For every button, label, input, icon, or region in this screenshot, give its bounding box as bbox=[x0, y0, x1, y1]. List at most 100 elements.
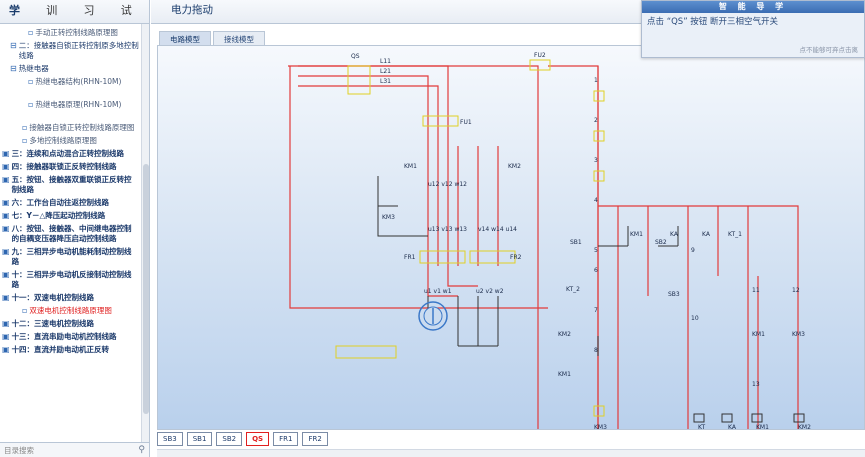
folder-icon: ▣ bbox=[2, 149, 10, 158]
folder-icon: ▣ bbox=[2, 224, 10, 233]
tree-item-label: 五：按钮、接触器双重联锁正反转控制线路 bbox=[11, 175, 132, 194]
svg-text:4: 4 bbox=[594, 197, 598, 204]
sb1-button[interactable]: SB1 bbox=[186, 432, 213, 446]
svg-text:KM1: KM1 bbox=[404, 163, 417, 170]
tree-item[interactable]: ▣ 六：工作台自动往返控制线路 bbox=[2, 198, 139, 208]
tab-practice[interactable]: 练习 bbox=[75, 0, 112, 23]
guide-message: 点击 “QS” 按钮 断开三相空气开关 bbox=[647, 17, 779, 27]
control-buttons: SB3 SB1 SB2 QS FR1 FR2 bbox=[157, 432, 328, 446]
svg-text:SB1: SB1 bbox=[570, 239, 582, 246]
svg-text:9: 9 bbox=[691, 247, 695, 254]
tree-item[interactable]: ▣ 四：接触器联锁正反转控制线路 bbox=[2, 162, 139, 172]
svg-text:u2 v2 w2: u2 v2 w2 bbox=[476, 288, 504, 295]
tree-item[interactable]: ▫ 热继电器原理(RHN-10M) bbox=[28, 100, 139, 110]
sb3-button[interactable]: SB3 bbox=[157, 432, 183, 446]
svg-text:3: 3 bbox=[594, 157, 598, 164]
svg-text:FU1: FU1 bbox=[460, 119, 472, 126]
tree-scrollbar[interactable] bbox=[141, 24, 149, 442]
folder-icon: ▣ bbox=[2, 247, 10, 256]
schematic-labels: QS FU2 FU1 L11 L21 L31 KM1 KM2 KM3 FR1 FR2 u… bbox=[351, 52, 811, 429]
guide-title: 智 能 导 学 bbox=[642, 1, 864, 13]
tree-item[interactable]: ▫ 双速电机控制线路原理图 bbox=[22, 306, 139, 316]
tree-scroll-thumb[interactable] bbox=[143, 164, 149, 414]
svg-text:8: 8 bbox=[594, 347, 598, 354]
svg-text:10: 10 bbox=[691, 315, 699, 322]
tree-item-label: 热继电器 bbox=[18, 64, 49, 73]
fr2-button[interactable]: FR2 bbox=[302, 432, 328, 446]
svg-text:6: 6 bbox=[594, 267, 598, 274]
svg-text:KT_2: KT_2 bbox=[566, 286, 580, 293]
tab-teaching[interactable]: 教学 bbox=[0, 0, 37, 23]
svg-text:1: 1 bbox=[594, 77, 598, 84]
tree-item-label: 十三：直流串励电动机控制线路 bbox=[11, 332, 117, 341]
svg-text:7: 7 bbox=[594, 307, 598, 314]
sb2-button[interactable]: SB2 bbox=[216, 432, 243, 446]
motor-icon bbox=[418, 301, 448, 331]
tab-training[interactable]: 实训 bbox=[37, 0, 74, 23]
svg-text:11: 11 bbox=[752, 287, 760, 294]
tree-item-label: 热继电器原理(RHN-10M) bbox=[35, 100, 122, 109]
tree-item[interactable]: ▣ 九：三相异步电动机能耗制动控制线路 bbox=[2, 247, 139, 267]
doc-icon: ▫ bbox=[28, 28, 34, 37]
main-area: 电力拖动 电路模型 接线模型 QS FU2 FU1 L11 L21 L31 KM… bbox=[151, 0, 865, 457]
fr1-button[interactable]: FR1 bbox=[273, 432, 299, 446]
folder-icon: ▣ bbox=[2, 319, 10, 328]
tree-item[interactable]: ▫ 接触器自锁正转控制线路原理图 bbox=[22, 123, 139, 133]
svg-text:u13 v13 w13: u13 v13 w13 bbox=[428, 226, 467, 233]
svg-text:u1 v1 w1: u1 v1 w1 bbox=[424, 288, 452, 295]
tree-item[interactable]: ▣ 十四：直流并励电动机正反转 bbox=[2, 345, 139, 355]
svg-text:FR1: FR1 bbox=[404, 254, 416, 261]
catalog-tree: ▫ 手动正转控制线路原理图 ⊟ 二：接触器自锁正转控制原多地控制线路 ⊟ 热继电器 ▫ 热继电… bbox=[0, 24, 141, 442]
folder-icon: ▣ bbox=[2, 198, 10, 207]
circuit-diagram: QS FU2 FU1 L11 L21 L31 KM1 KM2 KM3 FR1 FR2 u… bbox=[288, 52, 811, 429]
svg-text:KA: KA bbox=[728, 424, 737, 429]
svg-text:2: 2 bbox=[594, 117, 598, 124]
svg-text:13: 13 bbox=[752, 381, 760, 388]
tree-item[interactable]: ⊟ 二：接触器自锁正转控制原多地控制线路 bbox=[10, 41, 139, 61]
svg-text:SB2: SB2 bbox=[655, 239, 667, 246]
tree-item-label: 双速电机控制线路原理图 bbox=[29, 306, 112, 315]
search-icon[interactable]: ⚲ bbox=[138, 445, 145, 455]
schematic-canvas: QS FU2 FU1 L11 L21 L31 KM1 KM2 KM3 FR1 FR2 u… bbox=[157, 45, 865, 430]
doc-icon: ▫ bbox=[22, 136, 28, 145]
tree-item[interactable]: ▣ 十：三相异步电动机反接制动控制线路 bbox=[2, 270, 139, 290]
minus-icon: ⊟ bbox=[10, 41, 17, 50]
tree-item-label: 三：连续和点动混合正转控制线路 bbox=[11, 149, 125, 158]
tree-item[interactable]: ▣ 十二：三速电机控制线路 bbox=[2, 319, 139, 329]
svg-text:KA: KA bbox=[702, 231, 711, 238]
svg-text:KM1: KM1 bbox=[752, 331, 765, 338]
tree-item[interactable]: ▣ 三：连续和点动混合正转控制线路 bbox=[2, 149, 139, 159]
doc-icon: ▫ bbox=[22, 306, 28, 315]
tree-item[interactable]: ⊟ 热继电器 bbox=[10, 64, 139, 74]
svg-text:KT_1: KT_1 bbox=[728, 231, 742, 238]
tree-item-label: 七：Y－△降压起动控制线路 bbox=[11, 211, 106, 220]
guide-hint[interactable]: 点不能够可弃点击离 bbox=[800, 44, 859, 54]
svg-text:KM1: KM1 bbox=[630, 231, 643, 238]
tree-item-label: 二：接触器自锁正转控制原多地控制线路 bbox=[18, 41, 139, 60]
tree-item[interactable]: ▫ 热继电器结构(RHN-10M) bbox=[28, 77, 139, 87]
svg-text:SB3: SB3 bbox=[668, 291, 680, 298]
tree-item[interactable]: ▫ 手动正转控制线路原理图 bbox=[28, 28, 139, 38]
folder-icon: ▣ bbox=[2, 211, 10, 220]
svg-text:KM2: KM2 bbox=[558, 331, 571, 338]
tree-item[interactable]: ▣ 十一：双速电机控制线路 bbox=[2, 293, 139, 303]
catalog-search[interactable]: 目录搜索 ⚲ bbox=[0, 442, 149, 457]
svg-text:QS: QS bbox=[351, 53, 360, 60]
tree-item-label: 十一：双速电机控制线路 bbox=[11, 293, 95, 302]
folder-icon: ▣ bbox=[2, 293, 10, 302]
tree-item[interactable]: ▣ 十三：直流串励电动机控制线路 bbox=[2, 332, 139, 342]
svg-text:v14 w14 u14: v14 w14 u14 bbox=[478, 226, 517, 233]
canvas-hscrollbar[interactable] bbox=[157, 449, 865, 457]
tree-item[interactable]: ▫ 多地控制线路原理图 bbox=[22, 136, 139, 146]
svg-text:u12 v12 w12: u12 v12 w12 bbox=[428, 181, 467, 188]
main-title: 电力拖动 bbox=[171, 4, 213, 16]
tab-exam[interactable]: 考试 bbox=[112, 0, 149, 23]
qs-button[interactable]: QS bbox=[246, 432, 270, 446]
tree-item[interactable]: ▣ 五：按钮、接触器双重联锁正反转控制线路 bbox=[2, 175, 139, 195]
svg-text:KM3: KM3 bbox=[792, 331, 805, 338]
tree-item-label: 接触器自锁正转控制线路原理图 bbox=[29, 123, 135, 132]
tree-item[interactable]: ▣ 七：Y－△降压起动控制线路 bbox=[2, 211, 139, 221]
search-input[interactable]: 目录搜索 bbox=[4, 445, 138, 456]
tree-item[interactable]: ▣ 八：按钮、接触器、中间继电器控制的自耦变压器降压启动控制线路 bbox=[2, 224, 139, 244]
minus-icon: ⊟ bbox=[10, 64, 17, 73]
